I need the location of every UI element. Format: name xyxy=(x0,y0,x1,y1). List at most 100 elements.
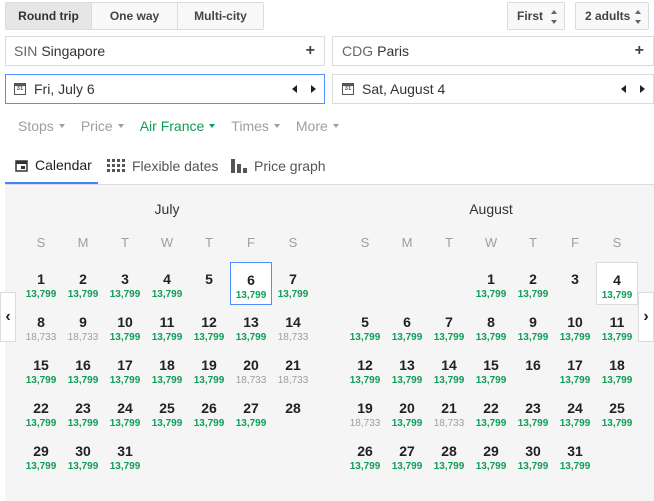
day-cell[interactable]: 11 13,799 xyxy=(146,305,188,348)
day-cell[interactable]: 16 13,799 xyxy=(62,348,104,391)
day-cell[interactable]: 3 13,799 xyxy=(104,262,146,305)
tab-round-trip[interactable]: Round trip xyxy=(6,3,92,29)
day-cell[interactable]: 1 13,799 xyxy=(470,262,512,305)
day-cell[interactable]: 7 13,799 xyxy=(272,262,314,305)
day-cell[interactable]: 16 xyxy=(512,348,554,391)
day-cell[interactable]: 20 18,733 xyxy=(230,348,272,391)
prev-date-chevron-left-icon[interactable] xyxy=(292,85,297,93)
destination-field[interactable]: CDG Paris + xyxy=(332,36,654,66)
day-cell[interactable]: 5 13,799 xyxy=(344,305,386,348)
day-cell[interactable]: 4 13,799 xyxy=(146,262,188,305)
day-price: 13,799 xyxy=(109,418,141,429)
day-cell[interactable]: 5 xyxy=(188,262,230,305)
filter-more[interactable]: More xyxy=(296,118,339,134)
day-cell[interactable]: 23 13,799 xyxy=(62,391,104,434)
day-cell[interactable]: 15 13,799 xyxy=(20,348,62,391)
day-number: 27 xyxy=(399,443,415,459)
plus-icon[interactable]: + xyxy=(635,42,644,60)
day-cell[interactable]: 7 13,799 xyxy=(428,305,470,348)
day-number: 11 xyxy=(159,314,175,330)
plus-icon[interactable]: + xyxy=(306,42,315,60)
day-cell[interactable]: 29 13,799 xyxy=(470,434,512,477)
day-number: 6 xyxy=(403,314,411,330)
day-cell[interactable]: 25 13,799 xyxy=(146,391,188,434)
day-number: 19 xyxy=(201,357,217,373)
day-cell[interactable]: 1 13,799 xyxy=(20,262,62,305)
day-cell[interactable]: 18 13,799 xyxy=(596,348,638,391)
day-cell[interactable]: 8 18,733 xyxy=(20,305,62,348)
next-date-chevron-right-icon[interactable] xyxy=(311,85,316,93)
day-cell[interactable]: 17 13,799 xyxy=(554,348,596,391)
day-cell[interactable]: 26 13,799 xyxy=(344,434,386,477)
day-cell[interactable]: 2 13,799 xyxy=(62,262,104,305)
day-cell[interactable]: 13 13,799 xyxy=(230,305,272,348)
day-cell[interactable]: 2 13,799 xyxy=(512,262,554,305)
day-cell[interactable]: 14 13,799 xyxy=(428,348,470,391)
prev-date-chevron-left-icon[interactable] xyxy=(621,85,626,93)
day-cell[interactable]: 14 18,733 xyxy=(272,305,314,348)
filter-stops[interactable]: Stops xyxy=(18,118,65,134)
day-cell[interactable]: 11 13,799 xyxy=(596,305,638,348)
day-cell[interactable]: 12 13,799 xyxy=(188,305,230,348)
tab-multi-city[interactable]: Multi-city xyxy=(178,3,263,29)
day-cell[interactable]: 30 13,799 xyxy=(512,434,554,477)
day-cell[interactable]: 30 13,799 xyxy=(62,434,104,477)
filter-price[interactable]: Price xyxy=(81,118,124,134)
tab-flexible-dates[interactable]: Flexible dates xyxy=(107,148,218,184)
day-cell[interactable]: 23 13,799 xyxy=(512,391,554,434)
next-month-chevron-right-icon[interactable]: › xyxy=(638,292,654,342)
filter-times[interactable]: Times xyxy=(231,118,280,134)
day-cell[interactable]: 29 13,799 xyxy=(20,434,62,477)
next-date-chevron-right-icon[interactable] xyxy=(640,85,645,93)
day-cell[interactable]: 12 13,799 xyxy=(344,348,386,391)
day-cell[interactable]: 22 13,799 xyxy=(470,391,512,434)
caret-down-icon xyxy=(209,124,216,128)
day-number: 17 xyxy=(117,357,133,373)
day-cell[interactable]: 18 13,799 xyxy=(146,348,188,391)
day-cell[interactable]: 21 18,733 xyxy=(272,348,314,391)
prev-month-chevron-left-icon[interactable]: ‹ xyxy=(0,292,16,342)
day-cell[interactable]: 27 13,799 xyxy=(230,391,272,434)
tab-price-graph[interactable]: Price graph xyxy=(231,148,326,184)
day-cell[interactable]: 15 13,799 xyxy=(470,348,512,391)
depart-date-field[interactable]: 31 Fri, July 6 xyxy=(5,74,325,104)
day-cell[interactable]: 28 13,799 xyxy=(428,434,470,477)
day-cell[interactable]: 9 18,733 xyxy=(62,305,104,348)
day-cell[interactable]: 28 xyxy=(272,391,314,434)
cabin-class-value: First xyxy=(517,9,544,23)
day-cell[interactable]: 10 13,799 xyxy=(104,305,146,348)
day-cell[interactable]: 17 13,799 xyxy=(104,348,146,391)
day-price: 13,799 xyxy=(517,418,549,429)
day-cell[interactable]: 3 xyxy=(554,262,596,305)
day-cell[interactable]: 20 13,799 xyxy=(386,391,428,434)
day-cell[interactable]: 21 18,733 xyxy=(428,391,470,434)
day-cell[interactable]: 13 13,799 xyxy=(386,348,428,391)
depart-date-value: Fri, July 6 xyxy=(34,81,95,97)
origin-field[interactable]: SIN Singapore + xyxy=(5,36,325,66)
day-cell[interactable]: 22 13,799 xyxy=(20,391,62,434)
day-cell[interactable]: 24 13,799 xyxy=(104,391,146,434)
day-number: 14 xyxy=(285,314,301,330)
day-cell[interactable]: 24 13,799 xyxy=(554,391,596,434)
day-cell[interactable]: 26 13,799 xyxy=(188,391,230,434)
day-cell[interactable]: 8 13,799 xyxy=(470,305,512,348)
day-cell[interactable]: 9 13,799 xyxy=(512,305,554,348)
tab-calendar[interactable]: Calendar xyxy=(5,148,98,184)
day-price: 13,799 xyxy=(109,461,141,472)
day-cell[interactable]: 10 13,799 xyxy=(554,305,596,348)
tab-one-way[interactable]: One way xyxy=(92,3,178,29)
day-cell[interactable]: 31 13,799 xyxy=(104,434,146,477)
cabin-class-select[interactable]: First xyxy=(507,2,565,30)
day-cell[interactable]: 6 13,799 xyxy=(230,262,272,305)
day-cell[interactable]: 31 13,799 xyxy=(554,434,596,477)
day-cell[interactable]: 19 13,799 xyxy=(188,348,230,391)
day-cell[interactable]: 25 13,799 xyxy=(596,391,638,434)
passengers-select[interactable]: 2 adults xyxy=(575,2,649,30)
day-price: 13,799 xyxy=(475,418,507,429)
day-cell[interactable]: 6 13,799 xyxy=(386,305,428,348)
day-cell[interactable]: 4 13,799 xyxy=(596,262,638,305)
day-cell[interactable]: 27 13,799 xyxy=(386,434,428,477)
day-cell[interactable]: 19 18,733 xyxy=(344,391,386,434)
return-date-field[interactable]: 31 Sat, August 4 xyxy=(332,74,654,104)
filter-airline[interactable]: Air France xyxy=(140,118,216,134)
